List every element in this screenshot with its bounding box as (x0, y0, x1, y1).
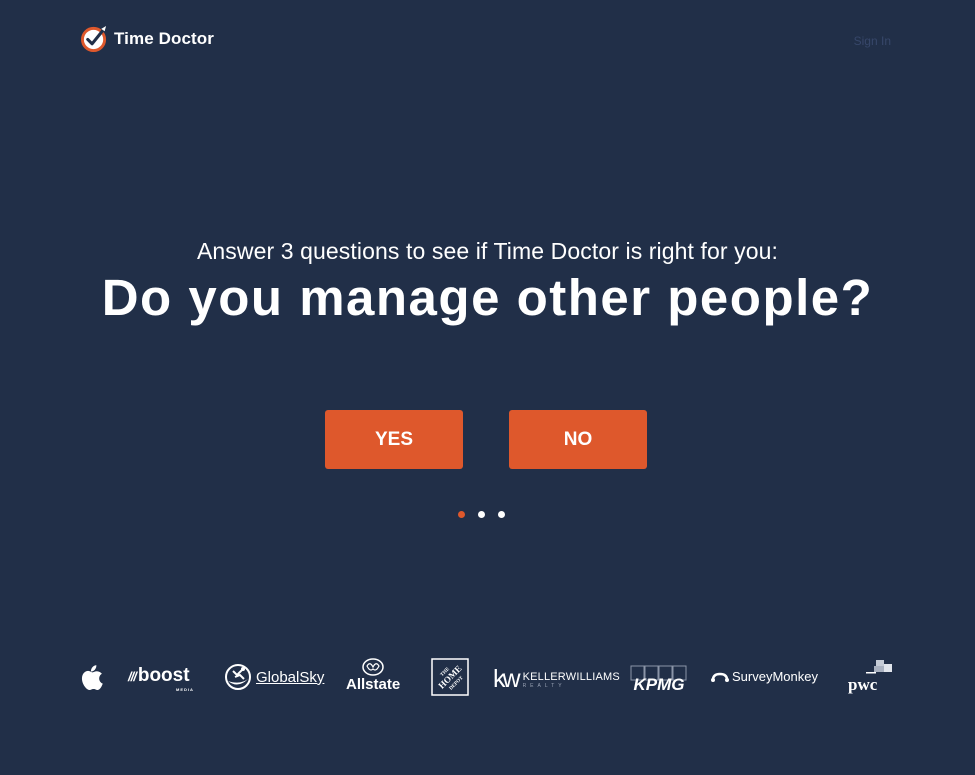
sign-in-link[interactable]: Sign In (854, 34, 891, 48)
svg-text:pwc: pwc (848, 675, 878, 694)
home-depot-icon: THE HOME DEPOT (431, 658, 469, 696)
step-dot (498, 511, 505, 518)
surveymonkey-logo: SurveyMonkey (711, 669, 818, 684)
boost-media-logo: /// boost MEDIA (128, 665, 193, 692)
keller-williams-logo: kw KELLERWILLIAMS REALTY (493, 665, 620, 694)
kw-mark: kw (493, 665, 521, 693)
step-indicator (458, 511, 505, 518)
quiz-subtitle: Answer 3 questions to see if Time Doctor… (196, 238, 779, 264)
home-depot-logo: THE HOME DEPOT (431, 658, 469, 696)
svg-text:KPMG: KPMG (634, 675, 685, 693)
boost-subtext: MEDIA (176, 687, 194, 692)
boost-text: boost (137, 665, 190, 686)
surveymonkey-text: SurveyMonkey (732, 669, 818, 684)
boost-slashes-icon: /// (128, 668, 137, 684)
surveymonkey-icon (711, 672, 729, 682)
step-dot (478, 511, 485, 518)
kpmg-logo: KPMG (628, 665, 690, 693)
step-dot-active (458, 511, 465, 518)
allstate-text: Allstate (346, 676, 401, 693)
pwc-logo: pwc (846, 660, 894, 696)
brand-name: Time Doctor (114, 28, 214, 48)
apple-logo (81, 665, 104, 692)
kw-subtext: REALTY (522, 682, 566, 689)
pwc-icon: pwc (848, 660, 892, 694)
allstate-hands-icon (362, 658, 384, 676)
globalsky-logo: GlobalSky (224, 663, 324, 691)
globalsky-text: GlobalSky (256, 668, 325, 686)
globalsky-emblem-icon (225, 664, 251, 690)
no-button[interactable]: NO (509, 410, 647, 469)
client-logos: /// boost MEDIA GlobalSky Allstate THE H… (0, 655, 975, 700)
brand-logo[interactable]: Time Doctor (81, 25, 214, 52)
yes-button[interactable]: YES (325, 410, 463, 469)
kpmg-icon: KPMG (630, 665, 687, 693)
apple-icon (81, 665, 103, 690)
clock-check-icon (81, 25, 107, 52)
kw-name: KELLERWILLIAMS (522, 670, 620, 683)
quiz-question: Do you manage other people? (101, 269, 874, 326)
allstate-logo: Allstate (346, 658, 400, 693)
